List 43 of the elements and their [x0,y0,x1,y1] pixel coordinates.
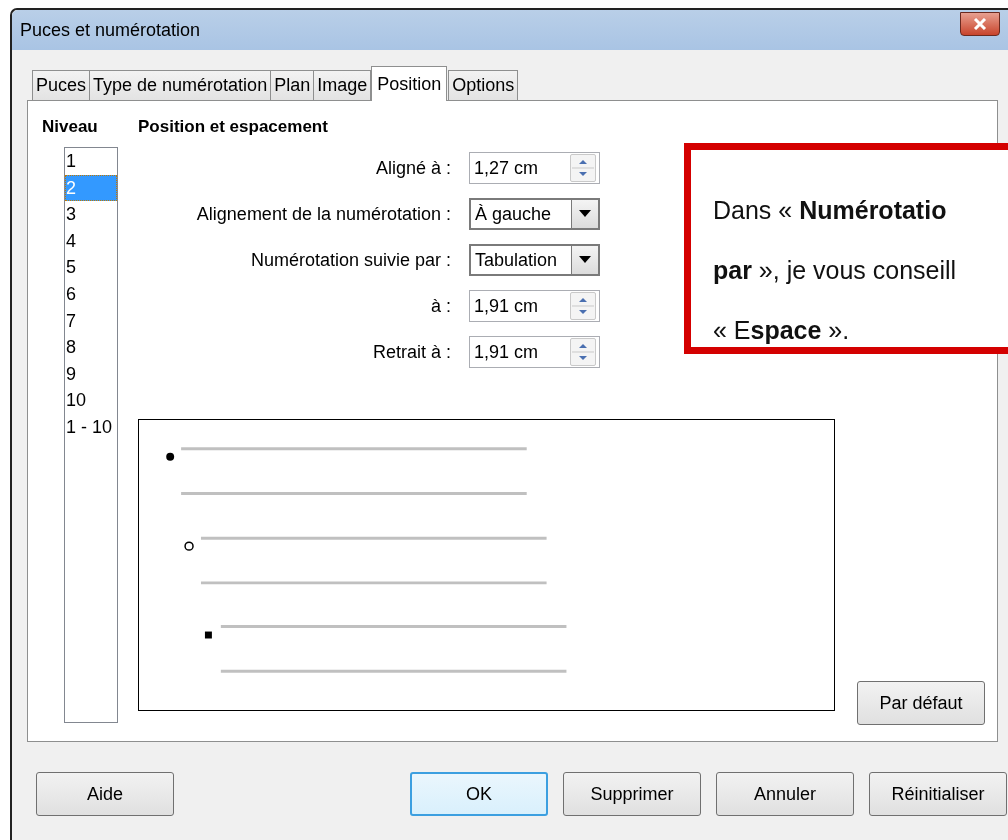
dialog-button[interactable]: Aide [36,772,174,816]
window-title: Puces et numérotation [20,19,201,41]
field-label: à : [430,295,451,317]
tab[interactable]: Plan [270,70,315,100]
tab[interactable]: Position [371,66,448,101]
spin-arrows-icon[interactable] [570,154,596,182]
spin-field[interactable]: 1,91 cm [469,336,600,368]
field-label: Retrait à : [371,341,451,363]
level-item[interactable]: 3 [65,201,117,228]
callout-text: Dans « Numérotatio par », je vous conseill « Espace ». [712,195,958,346]
close-button[interactable] [960,12,1000,36]
spin-arrows-icon[interactable] [570,292,596,320]
level-item[interactable]: 7 [65,307,117,335]
close-icon [973,18,987,30]
level-item[interactable]: 1 [65,148,117,175]
level-item[interactable]: 1 - 10 [65,413,117,441]
tab[interactable]: Type de numérotation [89,70,272,100]
spin-arrows-icon[interactable] [570,338,596,366]
field-label: Aligné à : [374,157,451,179]
dropdown-arrow-icon[interactable] [579,256,591,264]
level-item[interactable]: 9 [65,360,117,388]
level-item[interactable]: 5 [65,254,117,281]
level-item[interactable]: 8 [65,334,117,361]
spin-field[interactable]: 1,27 cm [469,152,600,184]
dialog-button[interactable]: Réinitialiser [869,772,1007,816]
dropdown-field[interactable]: À gauche [469,198,600,230]
level-item[interactable]: 6 [65,280,117,308]
default-button[interactable]: Par défaut [857,681,985,725]
dialog-button[interactable]: Supprimer [563,772,701,816]
level-item[interactable]: 4 [65,227,117,255]
spin-field[interactable]: 1,91 cm [469,290,600,322]
tab[interactable]: Puces [32,70,91,100]
field-label: Numérotation suivie par : [249,249,451,271]
dropdown-arrow-icon[interactable] [579,210,591,218]
tab[interactable]: Options [448,70,519,100]
level-item[interactable]: 10 [65,387,117,414]
section-title: Position et espacement [138,117,329,137]
level-heading: Niveau [42,117,99,137]
field-label: Alignement de la numérotation : [195,203,451,225]
dialog-button[interactable]: Annuler [716,772,854,816]
dropdown-field[interactable]: Tabulation [469,244,600,276]
tab[interactable]: Image [313,70,372,100]
dialog-button[interactable]: OK [410,772,548,816]
